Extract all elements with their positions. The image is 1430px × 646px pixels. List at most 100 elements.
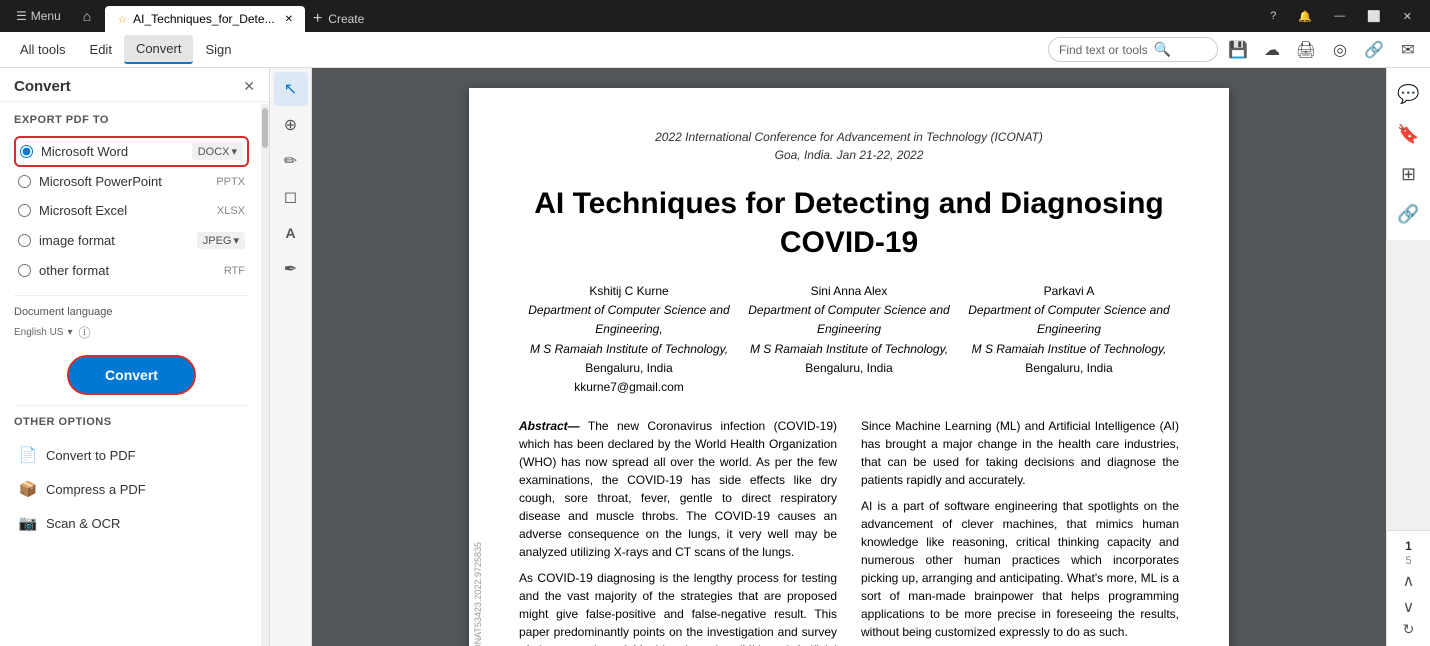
tab-close-button[interactable]: ✕ bbox=[285, 14, 293, 25]
dropdown-arrow-word: ▾ bbox=[231, 145, 237, 158]
search-icon: 🔍 bbox=[1154, 41, 1171, 58]
sidebar-scrollbar[interactable] bbox=[261, 104, 269, 646]
page-panel: 1 5 ∧ ∨ ↻ bbox=[1386, 530, 1430, 646]
tab-area: ☆ AI_Techniques_for_Dete... ✕ + Create bbox=[105, 0, 1252, 32]
search-bar[interactable]: Find text or tools 🔍 bbox=[1048, 37, 1218, 62]
language-value: English US bbox=[14, 327, 63, 338]
menu-button[interactable]: ☰ Menu bbox=[8, 5, 69, 27]
convert-button[interactable]: Convert bbox=[67, 355, 196, 395]
help-button[interactable]: ? bbox=[1260, 6, 1286, 27]
format-radio-other[interactable] bbox=[18, 264, 31, 277]
close-button[interactable]: ✕ bbox=[1393, 6, 1422, 27]
search-label: Find text or tools bbox=[1059, 43, 1148, 57]
pdf-viewer[interactable]: DOI: 10.1109/ICONAT53423.2022.9725835 20… bbox=[312, 68, 1386, 646]
format-option-word[interactable]: Microsoft Word DOCX ▾ bbox=[14, 136, 249, 167]
right-panel: 💬 🔖 ⊞ 🔗 bbox=[1386, 68, 1430, 240]
tab-title: AI_Techniques_for_Dete... bbox=[133, 12, 274, 26]
compress-pdf-label: Compress a PDF bbox=[46, 482, 146, 497]
scan-icon[interactable]: ◎ bbox=[1326, 36, 1354, 64]
refresh-button[interactable]: ↻ bbox=[1403, 621, 1415, 638]
bookmarks-button[interactable]: 🔖 bbox=[1391, 116, 1427, 152]
panel-header: Convert ✕ bbox=[0, 68, 269, 102]
eraser-tool[interactable]: ◻ bbox=[274, 180, 308, 214]
info-icon[interactable]: ⓘ bbox=[79, 324, 91, 341]
page-down-button[interactable]: ∨ bbox=[1401, 595, 1417, 619]
format-option-image[interactable]: image format JPEG ▾ bbox=[14, 225, 249, 256]
menu-sign[interactable]: Sign bbox=[193, 36, 243, 63]
window-controls: ? 🔔 — ⬜ ✕ bbox=[1260, 6, 1422, 27]
main-area: Convert ✕ EXPORT PDF TO Microsoft Word D… bbox=[0, 68, 1430, 646]
scan-ocr-label: Scan & OCR bbox=[46, 516, 120, 531]
panel-close-button[interactable]: ✕ bbox=[243, 78, 255, 95]
pages-button[interactable]: ⊞ bbox=[1391, 156, 1427, 192]
convert-panel: Convert ✕ EXPORT PDF TO Microsoft Word D… bbox=[0, 68, 270, 646]
create-label: Create bbox=[328, 12, 364, 26]
abstract-col1-p2: As COVID-19 diagnosing is the lengthy pr… bbox=[519, 569, 837, 646]
titlebar: ☰ Menu ⌂ ☆ AI_Techniques_for_Dete... ✕ +… bbox=[0, 0, 1430, 32]
convert-to-pdf-option[interactable]: 📄 Convert to PDF bbox=[14, 438, 249, 472]
zoom-tool[interactable]: ⊕ bbox=[274, 108, 308, 142]
format-option-ppt[interactable]: Microsoft PowerPoint PPTX bbox=[14, 167, 249, 196]
page-up-button[interactable]: ∧ bbox=[1401, 569, 1417, 593]
format-radio-word[interactable] bbox=[20, 145, 33, 158]
menu-all-tools[interactable]: All tools bbox=[8, 36, 78, 63]
abstract-section: Abstract— The new Coronavirus infection … bbox=[519, 417, 1179, 646]
format-ext-ppt: PPTX bbox=[216, 176, 245, 188]
divider-1 bbox=[14, 295, 249, 296]
new-tab-button[interactable]: + Create bbox=[305, 6, 372, 32]
format-option-excel[interactable]: Microsoft Excel XLSX bbox=[14, 196, 249, 225]
home-icon: ⌂ bbox=[83, 8, 91, 24]
right-col-p1: Since Machine Learning (ML) and Artifici… bbox=[861, 417, 1179, 489]
compress-pdf-icon: 📦 bbox=[18, 480, 38, 498]
format-ext-image[interactable]: JPEG ▾ bbox=[197, 232, 245, 249]
right-col-p2: AI is a part of software engineering tha… bbox=[861, 497, 1179, 641]
menu-convert[interactable]: Convert bbox=[124, 35, 194, 64]
hamburger-icon: ☰ bbox=[16, 9, 27, 23]
format-label-excel: Microsoft Excel bbox=[39, 203, 213, 218]
menu-edit[interactable]: Edit bbox=[78, 36, 124, 63]
scan-ocr-option[interactable]: 📷 Scan & OCR bbox=[14, 506, 249, 540]
format-radio-excel[interactable] bbox=[18, 204, 31, 217]
page-total: 5 bbox=[1405, 555, 1411, 567]
page-current: 1 bbox=[1405, 539, 1412, 553]
conference-header: 2022 International Conference for Advanc… bbox=[519, 128, 1179, 164]
language-select[interactable]: English US ▾ bbox=[14, 327, 73, 338]
format-ext-word[interactable]: DOCX ▾ bbox=[192, 143, 243, 160]
link-icon[interactable]: 🔗 bbox=[1360, 36, 1388, 64]
signature-tool[interactable]: ✒ bbox=[274, 252, 308, 286]
format-label-other: other format bbox=[39, 263, 220, 278]
format-ext-excel: XLSX bbox=[217, 205, 245, 217]
pdf-page: DOI: 10.1109/ICONAT53423.2022.9725835 20… bbox=[469, 88, 1229, 646]
draw-tool[interactable]: ✏ bbox=[274, 144, 308, 178]
format-label-word: Microsoft Word bbox=[41, 144, 192, 159]
format-radio-ppt[interactable] bbox=[18, 175, 31, 188]
compress-pdf-option[interactable]: 📦 Compress a PDF bbox=[14, 472, 249, 506]
tab-active[interactable]: ☆ AI_Techniques_for_Dete... ✕ bbox=[105, 6, 305, 32]
tab-star-icon: ☆ bbox=[117, 13, 127, 26]
format-radio-image[interactable] bbox=[18, 234, 31, 247]
home-button[interactable]: ⌂ bbox=[77, 4, 97, 28]
author-3: Parkavi A Department of Computer Science… bbox=[959, 282, 1179, 397]
minimize-button[interactable]: — bbox=[1324, 6, 1355, 27]
export-label: EXPORT PDF TO bbox=[14, 114, 249, 126]
format-ext-other: RTF bbox=[224, 265, 245, 277]
upload-icon[interactable]: ☁ bbox=[1258, 36, 1286, 64]
print-icon[interactable]: 🖨 bbox=[1292, 36, 1320, 64]
text-ocr-tool[interactable]: A bbox=[274, 216, 308, 250]
notification-button[interactable]: 🔔 bbox=[1288, 6, 1322, 27]
menu-label: Menu bbox=[31, 9, 61, 23]
save-icon[interactable]: 💾 bbox=[1224, 36, 1252, 64]
author-2: Sini Anna Alex Department of Computer Sc… bbox=[739, 282, 959, 397]
doi-strip: DOI: 10.1109/ICONAT53423.2022.9725835 bbox=[469, 538, 487, 646]
select-tool[interactable]: ↖ bbox=[274, 72, 308, 106]
doc-lang-label: Document language bbox=[14, 306, 249, 318]
maximize-button[interactable]: ⬜ bbox=[1357, 6, 1391, 27]
comments-button[interactable]: 💬 bbox=[1391, 76, 1427, 112]
format-label-image: image format bbox=[39, 233, 197, 248]
format-option-other[interactable]: other format RTF bbox=[14, 256, 249, 285]
email-icon[interactable]: ✉ bbox=[1394, 36, 1422, 64]
attachments-button[interactable]: 🔗 bbox=[1391, 196, 1427, 232]
authors-section: Kshitij C Kurne Department of Computer S… bbox=[519, 282, 1179, 397]
abstract-col1-p1: Abstract— The new Coronavirus infection … bbox=[519, 417, 837, 561]
dropdown-arrow-image: ▾ bbox=[233, 234, 239, 247]
